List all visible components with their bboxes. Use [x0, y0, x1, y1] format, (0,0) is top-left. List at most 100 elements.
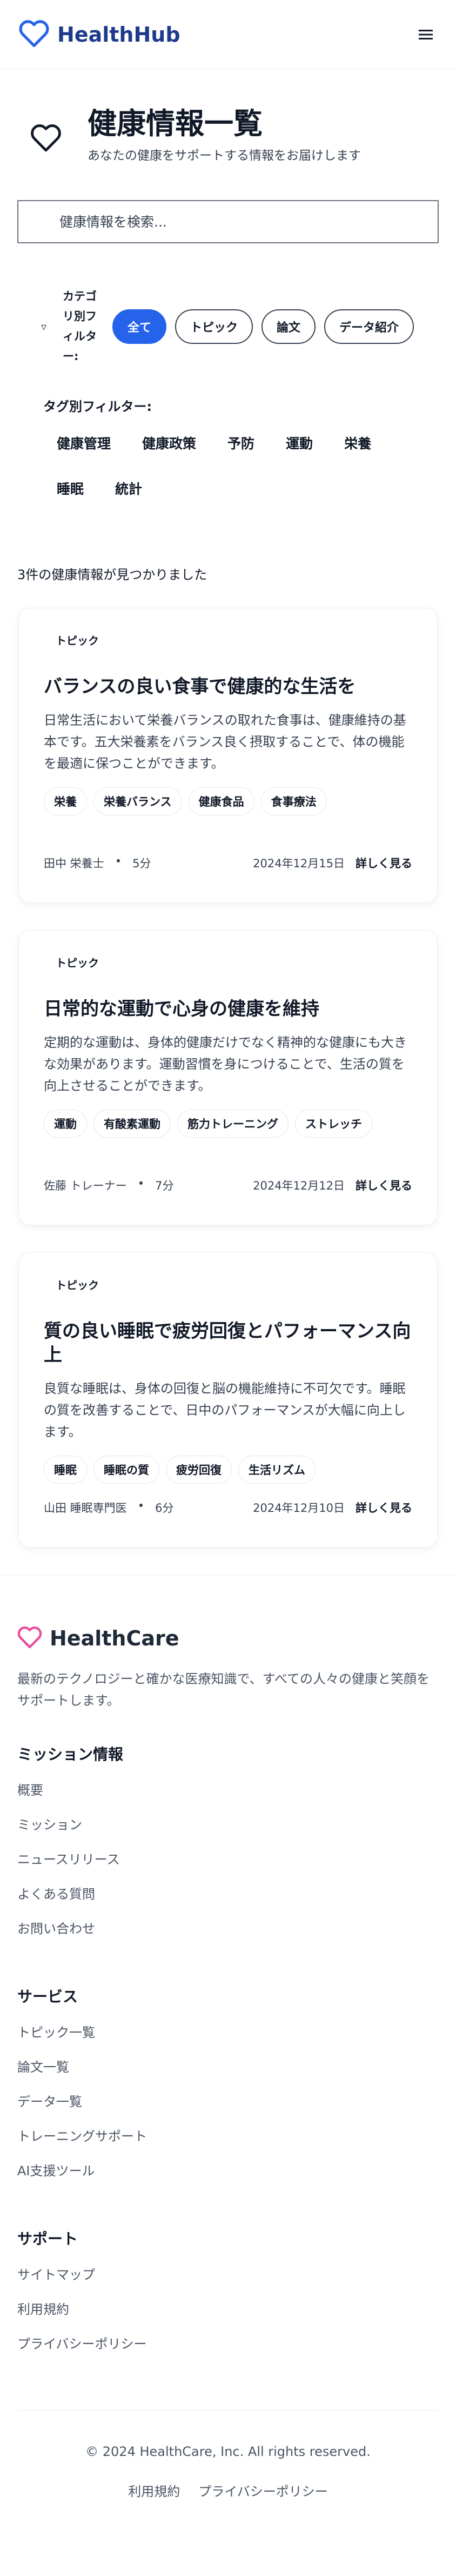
article-footer-right: 2024年12月15日 詳しく見る	[253, 855, 412, 871]
article-list: トピック バランスの良い食事で健康的な生活を 日常生活において栄養バランスの取れ…	[18, 608, 438, 1548]
footer-section-title: ミッション情報	[17, 1745, 124, 1763]
article-tag[interactable]: 栄養	[44, 787, 87, 815]
article-tag[interactable]: 睡眠	[44, 1456, 87, 1484]
article-tag[interactable]: 栄養バランス	[93, 787, 182, 815]
category-filter: ▿ カテゴリ別フィルター: 全て トピック 論文 データ紹介	[41, 287, 456, 367]
article-excerpt: 日常生活において栄養バランスの取れた食事は、健康維持の基本です。五大栄養素をバラ…	[44, 713, 406, 771]
result-count: 3件の健康情報が見つかりました	[17, 567, 207, 582]
terms-link[interactable]: 利用規約	[128, 2481, 180, 2500]
footer-link[interactable]: お問い合わせ	[17, 1919, 439, 1954]
article-author: 田中 栄養士	[44, 857, 104, 870]
footer-link[interactable]: 概要	[17, 1781, 439, 1815]
legal-links: 利用規約 プライバシーポリシー	[17, 2481, 439, 2500]
article-tag[interactable]: 生活リズム	[238, 1456, 316, 1484]
article-category: トピック	[56, 634, 99, 647]
footer-section-support: サポート サイトマップ 利用規約 プライバシーポリシー	[17, 2227, 439, 2369]
article-tags: 栄養 栄養バランス 健康食品 食事療法	[44, 787, 412, 815]
search-input[interactable]	[17, 200, 439, 243]
article-footer: 山田 睡眠専門医 • 6分 2024年12月10日 詳しく見る	[44, 1499, 412, 1516]
read-more-link[interactable]: 詳しく見る	[356, 855, 412, 871]
read-more-link[interactable]: 詳しく見る	[356, 1499, 412, 1516]
brand-logo[interactable]: HealthHub	[18, 19, 180, 50]
page-title: 健康情報一覧	[88, 107, 263, 141]
article-tag[interactable]: 睡眠の質	[93, 1456, 159, 1484]
filter-icon: ▿	[41, 320, 47, 333]
tag-chip[interactable]: 統計	[102, 473, 156, 503]
article-meta: 佐藤 トレーナー • 7分	[44, 1177, 173, 1193]
footer-brand[interactable]: HealthCare	[17, 1626, 439, 1651]
footer-section-services: サービス トピック一覧 論文一覧 データ一覧 トレーニングサポート AI支援ツー…	[17, 1985, 439, 2196]
tag-chip[interactable]: 運動	[272, 428, 326, 458]
search-bar	[17, 200, 439, 243]
article-card[interactable]: トピック バランスの良い食事で健康的な生活を 日常生活において栄養バランスの取れ…	[18, 608, 438, 903]
article-footer-right: 2024年12月10日 詳しく見る	[253, 1499, 412, 1516]
footer-link[interactable]: トピック一覧	[17, 2023, 439, 2057]
article-excerpt: 定期的な運動は、身体的健康だけでなく精神的な健康にも大きな効果があります。運動習…	[44, 1035, 407, 1093]
heart-icon	[17, 1626, 42, 1651]
footer-link[interactable]: 利用規約	[17, 2300, 439, 2334]
article-tag[interactable]: 食事療法	[260, 787, 327, 815]
hamburger-icon	[419, 29, 433, 39]
footer-link[interactable]: ミッション	[17, 1815, 439, 1850]
tag-chip[interactable]: 栄養	[331, 428, 385, 458]
footer-section-title: サービス	[17, 1988, 78, 2006]
privacy-link[interactable]: プライバシーポリシー	[198, 2481, 328, 2500]
copyright: © 2024 HealthCare, Inc. All rights reser…	[85, 2444, 371, 2459]
tag-chip[interactable]: 予防	[214, 428, 268, 458]
footer-link[interactable]: 論文一覧	[17, 2057, 439, 2092]
article-title[interactable]: 質の良い睡眠で疲労回復とパフォーマンス向上	[44, 1319, 412, 1367]
category-buttons: 全て トピック 論文 データ紹介	[112, 309, 414, 344]
page-heading: 健康情報一覧 あなたの健康をサポートする情報をお届けします	[0, 69, 456, 163]
footer-link[interactable]: プライバシーポリシー	[17, 2334, 439, 2369]
category-button-topic[interactable]: トピック	[175, 309, 253, 344]
tag-chip[interactable]: 健康管理	[43, 428, 124, 458]
tag-chip[interactable]: 睡眠	[43, 473, 97, 503]
read-more-link[interactable]: 詳しく見る	[356, 1177, 412, 1193]
meta-separator: •	[137, 1177, 145, 1190]
category-button-paper[interactable]: 論文	[261, 309, 316, 344]
footer-link[interactable]: トレーニングサポート	[17, 2127, 439, 2161]
heart-icon	[30, 123, 62, 155]
site-footer: HealthCare 最新のテクノロジーと確かな医療知識で、すべての人々の健康と…	[0, 1575, 456, 2543]
footer-link[interactable]: サイトマップ	[17, 2265, 439, 2300]
article-title[interactable]: 日常的な運動で心身の健康を維持	[44, 997, 412, 1021]
category-button-all[interactable]: 全て	[112, 309, 167, 344]
footer-link[interactable]: AI支援ツール	[17, 2161, 439, 2196]
footer-section-mission: ミッション情報 概要 ミッション ニュースリリース よくある質問 お問い合わせ	[17, 1743, 439, 1954]
article-read-time: 7分	[155, 1179, 174, 1192]
page-subtitle: あなたの健康をサポートする情報をお届けします	[88, 149, 361, 163]
footer-link[interactable]: よくある質問	[17, 1884, 439, 1919]
article-tag[interactable]: 疲労回復	[166, 1456, 232, 1484]
meta-separator: •	[115, 855, 122, 868]
article-excerpt: 良質な睡眠は、身体の回復と脳の機能維持に不可欠です。睡眠の質を改善することで、日…	[44, 1381, 406, 1439]
article-tags: 睡眠 睡眠の質 疲労回復 生活リズム	[44, 1456, 412, 1484]
footer-link[interactable]: ニュースリリース	[17, 1850, 439, 1884]
article-card[interactable]: トピック 日常的な運動で心身の健康を維持 定期的な運動は、身体的健康だけでなく精…	[18, 930, 438, 1225]
article-meta: 山田 睡眠専門医 • 6分	[44, 1499, 173, 1516]
article-footer: 田中 栄養士 • 5分 2024年12月15日 詳しく見る	[44, 855, 412, 871]
category-button-data[interactable]: データ紹介	[324, 309, 414, 344]
tag-filter: タグ別フィルター: 健康管理 健康政策 予防 運動 栄養 睡眠 統計	[43, 396, 456, 503]
footer-bottom: © 2024 HealthCare, Inc. All rights reser…	[17, 2410, 439, 2543]
footer-description: 最新のテクノロジーと確かな医療知識で、すべての人々の健康と笑顔をサポートします。	[17, 1671, 430, 1708]
tag-list: 健康管理 健康政策 予防 運動 栄養 睡眠 統計	[43, 428, 411, 503]
article-card[interactable]: トピック 質の良い睡眠で疲労回復とパフォーマンス向上 良質な睡眠は、身体の回復と…	[18, 1252, 438, 1548]
menu-button[interactable]	[415, 24, 437, 45]
tag-filter-label: タグ別フィルター:	[43, 399, 152, 414]
article-tag[interactable]: ストレッチ	[295, 1110, 372, 1138]
article-tags: 運動 有酸素運動 筋力トレーニング ストレッチ	[44, 1110, 412, 1138]
footer-link[interactable]: データ一覧	[17, 2092, 439, 2127]
article-title[interactable]: バランスの良い食事で健康的な生活を	[44, 675, 412, 699]
article-author: 佐藤 トレーナー	[44, 1179, 127, 1192]
heart-icon	[18, 19, 50, 50]
article-category: トピック	[56, 957, 99, 970]
article-footer: 佐藤 トレーナー • 7分 2024年12月12日 詳しく見る	[44, 1177, 412, 1193]
article-tag[interactable]: 健康食品	[188, 787, 254, 815]
article-author: 山田 睡眠専門医	[44, 1502, 127, 1515]
article-tag[interactable]: 有酸素運動	[93, 1110, 171, 1138]
article-tag[interactable]: 運動	[44, 1110, 87, 1138]
article-tag[interactable]: 筋力トレーニング	[177, 1110, 289, 1138]
article-date: 2024年12月10日	[253, 1502, 345, 1515]
article-read-time: 6分	[155, 1502, 174, 1515]
tag-chip[interactable]: 健康政策	[129, 428, 210, 458]
